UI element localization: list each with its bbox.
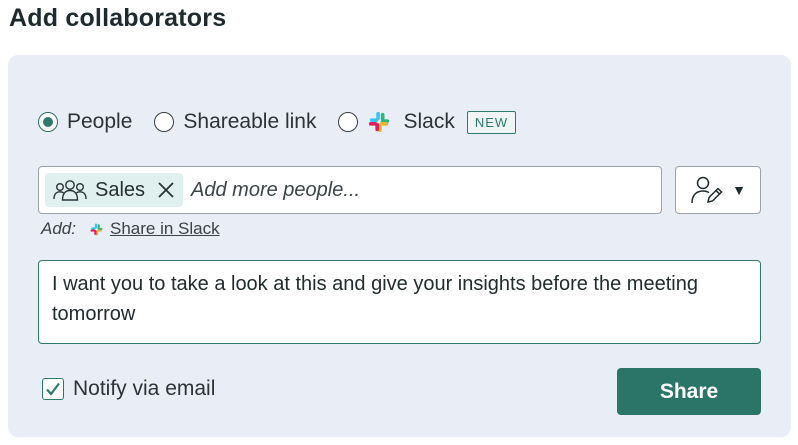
user-edit-icon (691, 176, 723, 204)
share-in-slack-link[interactable]: Share in Slack (110, 219, 220, 239)
share-button[interactable]: Share (617, 368, 761, 415)
add-suggestion-row: Add: Share in Slack (41, 219, 220, 239)
recipient-chip: Sales (45, 173, 184, 207)
share-panel: People Shareable link Slack NEW Sales Ad… (8, 55, 791, 437)
slack-small-icon (90, 223, 103, 235)
message-textarea[interactable]: I want you to take a look at this and gi… (38, 260, 761, 344)
notify-checkbox-row[interactable]: Notify via email (42, 377, 215, 401)
dialog-title: Add collaborators (9, 4, 227, 32)
share-method-radio-group: People Shareable link Slack NEW (38, 107, 517, 137)
chevron-down-icon: ▼ (732, 182, 746, 198)
radio-people[interactable]: People (38, 110, 132, 134)
new-badge: NEW (466, 110, 517, 134)
group-icon (53, 180, 87, 201)
radio-shareable-link[interactable]: Shareable link (154, 110, 316, 134)
radio-shareable-link-indicator[interactable] (154, 112, 175, 132)
notify-label: Notify via email (73, 377, 216, 400)
permission-dropdown-button[interactable]: ▼ (675, 166, 761, 214)
recipient-chip-label: Sales (95, 178, 146, 201)
radio-people-indicator[interactable] (38, 112, 58, 132)
add-people-placeholder[interactable]: Add more people... (191, 179, 360, 202)
add-label: Add: (41, 219, 76, 238)
radio-slack-label: Slack (403, 110, 455, 133)
slack-logo-icon (369, 111, 390, 133)
people-input[interactable]: Sales Add more people... (38, 166, 662, 214)
notify-checkbox[interactable] (42, 378, 64, 400)
checkmark-icon (46, 382, 60, 396)
radio-slack-indicator[interactable] (338, 112, 359, 132)
radio-shareable-link-label: Shareable link (183, 110, 317, 133)
remove-chip-close-icon[interactable] (157, 181, 175, 199)
radio-people-label: People (67, 110, 133, 133)
radio-selected-dot (43, 117, 53, 127)
radio-slack[interactable]: Slack NEW (338, 110, 517, 134)
